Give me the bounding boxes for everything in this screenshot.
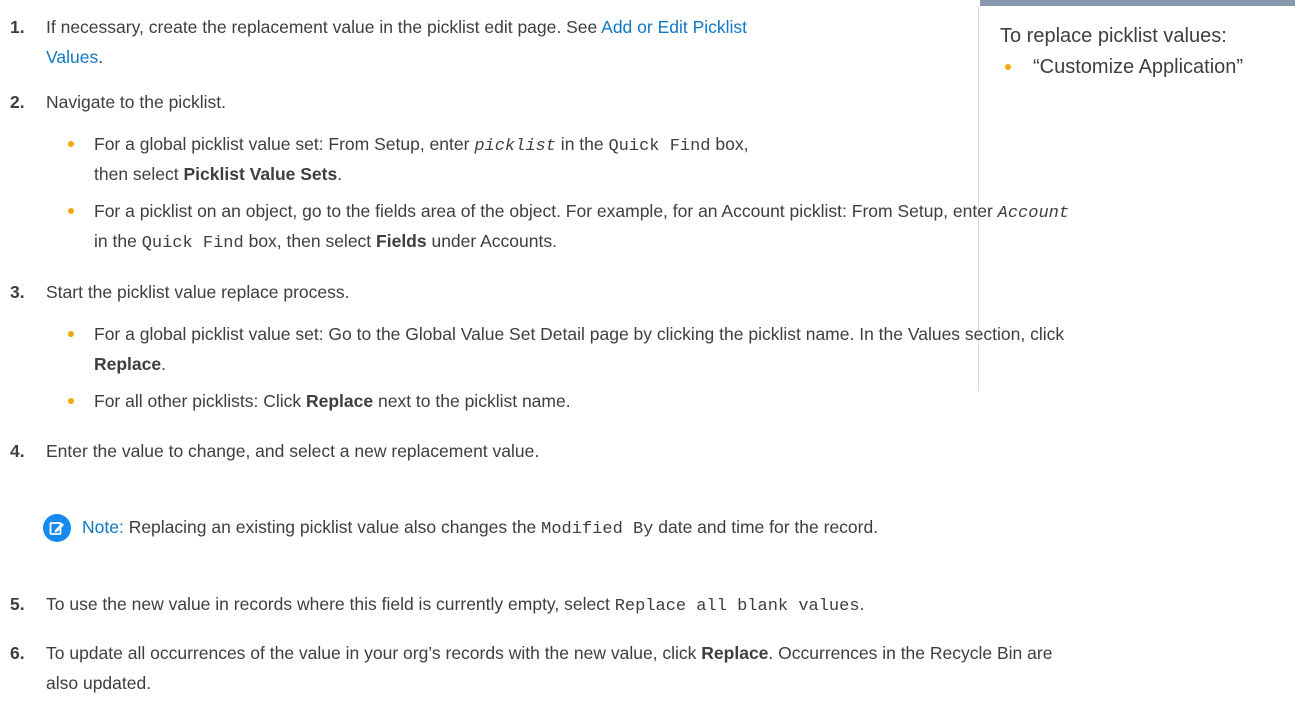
step-2-text: Navigate to the picklist.	[46, 92, 226, 112]
step-2-bullet-2: For a picklist on an object, go to the f…	[94, 200, 1069, 225]
bullet-text: under Accounts.	[426, 231, 557, 251]
step-2-bullet-2-line2: in the Quick Find box, then select Field…	[94, 230, 557, 255]
bullet-text: box, then select	[243, 231, 377, 251]
bullet-text: in the	[94, 231, 142, 251]
bullet-text: next to the picklist name.	[373, 391, 571, 411]
bullet-icon	[68, 331, 74, 337]
bullet-text: box,	[710, 134, 749, 154]
bullet-icon	[68, 208, 74, 214]
sidebar-heading: To replace picklist values:	[1000, 25, 1227, 47]
bullet-text: .	[337, 164, 343, 184]
bullet-text: in the	[555, 134, 609, 154]
step-number: 1.	[10, 17, 25, 37]
bold-text: Replace	[94, 354, 162, 374]
step-6-text-line2: also updated.	[46, 673, 152, 693]
bullet-text: For a picklist on an object, go to the f…	[94, 201, 998, 221]
step-number: 5.	[10, 594, 25, 614]
step-5-text: To use the new value in records where th…	[46, 593, 864, 618]
step-2-bullet-1: For a global picklist value set: From Se…	[94, 133, 748, 158]
code-text: picklist	[474, 137, 556, 156]
step-text: To update all occurrences of the value i…	[46, 643, 702, 663]
code-text: Quick Find	[141, 234, 244, 253]
bold-text: Replace	[701, 643, 769, 663]
bold-text: Picklist Value Sets	[183, 164, 338, 184]
step-number: 4.	[10, 441, 25, 461]
step-2-bullet-1-line2: then select Picklist Value Sets.	[94, 163, 342, 186]
bullet-text: .	[161, 354, 166, 374]
bold-text: Fields	[376, 231, 427, 251]
add-edit-picklist-link[interactable]: Add or Edit Picklist	[601, 17, 747, 37]
step-1-text-line2: Values.	[46, 46, 103, 69]
sidebar-bullet	[1005, 64, 1011, 70]
bullet-text: For a global picklist value set: From Se…	[94, 134, 475, 154]
code-text: Replace all blank values	[614, 597, 860, 616]
bullet-icon	[68, 141, 74, 147]
code-text: Account	[997, 204, 1070, 223]
step-3-bullet-1-line2: Replace.	[94, 353, 166, 376]
note-label: Note:	[82, 517, 124, 537]
step-3-text: Start the picklist value replace process…	[46, 282, 350, 302]
code-text: Quick Find	[608, 137, 711, 156]
step-1-text: If necessary, create the replacement val…	[46, 16, 747, 39]
step-1-line1: If necessary, create the replacement val…	[46, 17, 602, 37]
step-number: 3.	[10, 282, 25, 302]
step-text: . Occurrences in the Recycle Bin are	[768, 643, 1053, 663]
step-3-bullet-1: For a global picklist value set: Go to t…	[94, 324, 1065, 344]
step-number: 6.	[10, 643, 25, 663]
step-1-tail: .	[98, 47, 104, 67]
bold-text: Replace	[306, 391, 374, 411]
step-3-bullet-2: For all other picklists: Click Replace n…	[94, 390, 571, 413]
note-body: date and time for the record.	[653, 517, 879, 537]
bullet-icon	[68, 398, 74, 404]
note-edit-icon	[43, 514, 71, 542]
note-body: Replacing an existing picklist value als…	[123, 517, 542, 537]
step-4-text: Enter the value to change, and select a …	[46, 441, 540, 461]
step-text: .	[859, 594, 865, 614]
step-text: To use the new value in records where th…	[46, 594, 615, 614]
step-number: 2.	[10, 92, 25, 112]
document: To replace picklist values: “Customize A…	[0, 0, 1312, 726]
bullet-text: then select	[94, 164, 184, 184]
step-6-text: To update all occurrences of the value i…	[46, 642, 1052, 665]
bullet-text: For all other picklists: Click	[94, 391, 306, 411]
add-edit-picklist-link-cont[interactable]: Values	[46, 47, 98, 67]
code-text: Modified By	[541, 520, 654, 539]
sidebar-top-bar	[980, 0, 1295, 6]
sidebar-permission: “Customize Application”	[1033, 56, 1244, 78]
note-text: Note: Replacing an existing picklist val…	[82, 516, 878, 541]
